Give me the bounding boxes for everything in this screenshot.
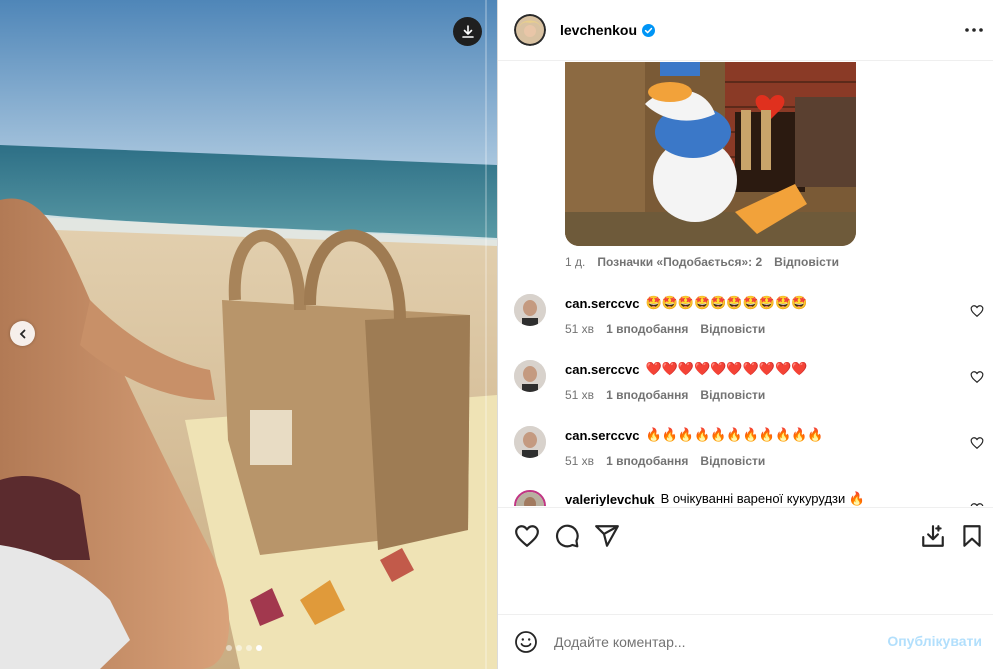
comment-body: ❤️❤️❤️❤️❤️❤️❤️❤️❤️❤️ [645, 361, 808, 376]
carousel-dot [226, 645, 232, 651]
avatar-image [514, 14, 546, 46]
comment-item: valeriylevchuk В очікуванні вареної куку… [514, 490, 984, 506]
commenter-avatar[interactable] [514, 294, 546, 326]
comment-item: can.serccvc 🤩🤩🤩🤩🤩🤩🤩🤩🤩🤩 51 хв 1 вподобанн… [514, 294, 984, 348]
comment-username[interactable]: can.serccvc [565, 428, 639, 443]
share-icon[interactable] [594, 523, 620, 549]
comment-username[interactable]: can.serccvc [565, 296, 639, 311]
commenter-avatar[interactable] [514, 360, 546, 392]
comment-like-heart-icon[interactable] [970, 370, 984, 384]
bookmark-icon[interactable] [959, 523, 985, 549]
carousel-dot [246, 645, 252, 651]
author-avatar[interactable] [514, 14, 546, 46]
comment-text-row: valeriylevchuk В очікуванні вареної куку… [565, 491, 865, 506]
carousel-dot [236, 645, 242, 651]
add-comment-bar: Опублікувати [498, 614, 993, 669]
comments-list[interactable]: 1 д. Позначки «Подобається»: 2 Відповіст… [498, 61, 993, 506]
more-horizontal-icon [965, 28, 983, 32]
emoji-icon[interactable] [514, 630, 538, 654]
more-options-button[interactable] [962, 20, 986, 40]
post-photo[interactable] [0, 0, 497, 669]
comment-input[interactable] [554, 634, 874, 650]
comment-username[interactable]: can.serccvc [565, 362, 639, 377]
reply-gif [565, 62, 856, 246]
post-header: levchenkou [498, 0, 993, 61]
comment-likes-count[interactable]: 1 вподобання [606, 388, 688, 402]
reply-time[interactable]: 1 д. [565, 255, 585, 269]
comment-item: can.serccvc 🔥🔥🔥🔥🔥🔥🔥🔥🔥🔥🔥 51 хв 1 вподобан… [514, 426, 984, 480]
commenter-avatar[interactable] [514, 490, 546, 506]
author-username[interactable]: levchenkou [560, 22, 637, 38]
comment-time[interactable]: 51 хв [565, 388, 594, 402]
comment-like-heart-icon[interactable] [970, 436, 984, 450]
verified-badge-icon [642, 23, 656, 37]
comment-body: В очікуванні вареної кукурудзи 🔥 [660, 491, 866, 506]
download-button[interactable] [453, 17, 482, 46]
reply-thread-meta: 1 д. Позначки «Подобається»: 2 Відповіст… [565, 255, 839, 269]
comment-body: 🤩🤩🤩🤩🤩🤩🤩🤩🤩🤩 [645, 295, 808, 310]
comment-text-row: can.serccvc 🔥🔥🔥🔥🔥🔥🔥🔥🔥🔥🔥 [565, 427, 824, 443]
commenter-avatar[interactable] [514, 426, 546, 458]
comment-reply-button[interactable]: Відповісти [700, 454, 765, 468]
beach-photo [0, 0, 497, 669]
comment-like-heart-icon[interactable] [970, 502, 984, 506]
post-actions-bar [498, 507, 993, 561]
comment-username[interactable]: valeriylevchuk [565, 492, 655, 507]
previous-photo-button[interactable] [10, 321, 35, 346]
comment-likes-count[interactable]: 1 вподобання [606, 322, 688, 336]
carousel-indicator [226, 645, 262, 651]
chevron-left-icon [19, 329, 25, 338]
comment-meta: 51 хв 1 вподобання Відповісти [565, 454, 765, 468]
comment-likes-count[interactable]: 1 вподобання [606, 454, 688, 468]
comment-meta: 51 хв 1 вподобання Відповісти [565, 322, 765, 336]
comment-like-heart-icon[interactable] [970, 304, 984, 318]
comment-body: 🔥🔥🔥🔥🔥🔥🔥🔥🔥🔥🔥 [645, 427, 824, 442]
publish-comment-button[interactable]: Опублікувати [887, 633, 982, 649]
comment-text-row: can.serccvc 🤩🤩🤩🤩🤩🤩🤩🤩🤩🤩 [565, 295, 807, 311]
post-details-panel: levchenkou 1 д. Позначки «Подобається»: … [497, 0, 993, 669]
reply-likes-count[interactable]: Позначки «Подобається»: 2 [597, 255, 762, 269]
comment-text-row: can.serccvc ❤️❤️❤️❤️❤️❤️❤️❤️❤️❤️ [565, 361, 807, 377]
comment-reply-button[interactable]: Відповісти [700, 388, 765, 402]
comment-time[interactable]: 51 хв [565, 322, 594, 336]
comment-reply-button[interactable]: Відповісти [700, 322, 765, 336]
comment-item: can.serccvc ❤️❤️❤️❤️❤️❤️❤️❤️❤️❤️ 51 хв 1… [514, 360, 984, 414]
heart-icon[interactable] [514, 523, 540, 549]
comment-time[interactable]: 51 хв [565, 454, 594, 468]
download-tray-icon[interactable] [920, 523, 946, 549]
reply-button[interactable]: Відповісти [774, 255, 839, 269]
post-viewer: levchenkou 1 д. Позначки «Подобається»: … [0, 0, 993, 669]
comment-meta: 51 хв 1 вподобання Відповісти [565, 388, 765, 402]
comment-icon[interactable] [554, 523, 580, 549]
carousel-dot-active [256, 645, 262, 651]
download-icon [461, 24, 474, 38]
